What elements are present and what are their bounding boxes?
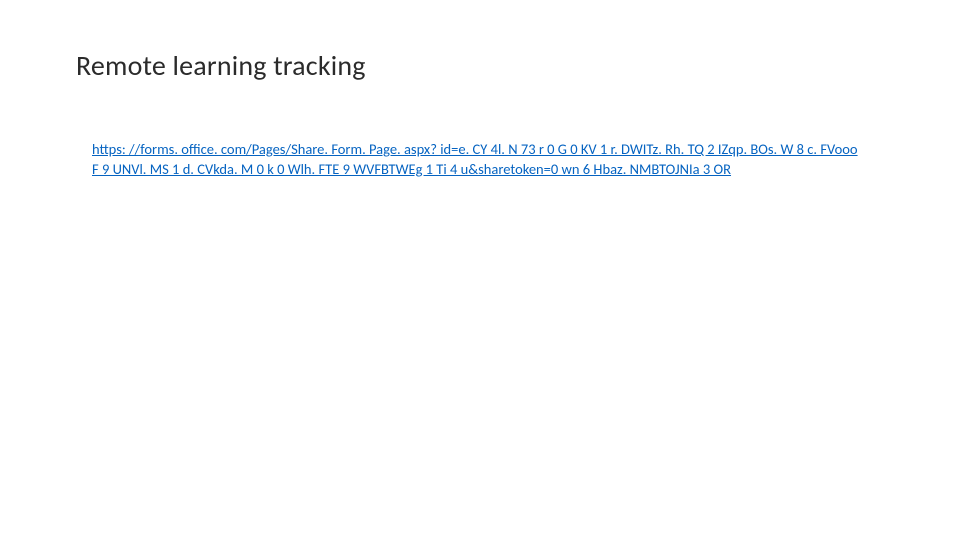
- slide: Remote learning tracking https: //forms.…: [0, 0, 960, 540]
- link-block: https: //forms. office. com/Pages/Share.…: [92, 140, 900, 179]
- page-title: Remote learning tracking: [76, 48, 366, 83]
- link-text-line1: https: //forms. office. com/Pages/Share.…: [92, 140, 858, 158]
- link-text-line2: F 9 UNVl. MS 1 d. CVkda. M 0 k 0 Wlh. FT…: [92, 160, 731, 178]
- form-share-link[interactable]: https: //forms. office. com/Pages/Share.…: [92, 140, 858, 178]
